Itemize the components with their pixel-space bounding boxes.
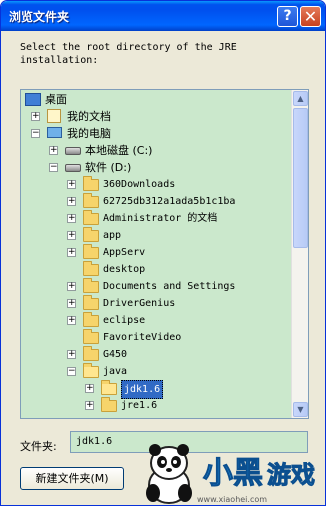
expand-icon[interactable]: + — [67, 231, 76, 240]
watermark-url: www.xiaohei.com — [197, 495, 268, 504]
expand-icon[interactable]: + — [67, 248, 76, 257]
scroll-up-arrow-icon[interactable]: ▲ — [293, 91, 308, 106]
folder-icon — [83, 295, 99, 310]
expand-icon[interactable]: + — [67, 197, 76, 206]
drive-icon — [65, 147, 81, 155]
vertical-scrollbar[interactable]: ▲ ▼ — [291, 90, 308, 418]
tree-item-label: jre1.6 — [121, 400, 158, 411]
close-button[interactable]: ✕ — [300, 6, 321, 27]
documents-icon — [47, 109, 61, 123]
collapse-icon[interactable]: − — [31, 129, 40, 138]
help-button[interactable]: ? — [277, 6, 298, 27]
tree-item-label: DriverGenius — [103, 298, 176, 309]
expand-icon[interactable]: + — [67, 282, 76, 291]
tree-item-label: 360Downloads — [103, 179, 176, 190]
scroll-thumb[interactable] — [293, 108, 308, 248]
desktop-icon — [25, 93, 41, 106]
expand-icon[interactable]: + — [31, 112, 40, 121]
expand-icon[interactable]: + — [67, 180, 76, 189]
computer-icon — [47, 127, 62, 138]
tree-item-label: 62725db312a1ada5b1c1ba — [103, 196, 236, 207]
new-folder-button[interactable]: 新建文件夹(M) — [20, 467, 124, 490]
collapse-icon[interactable]: − — [67, 367, 76, 376]
tree-item-label: FavoriteVideo — [103, 332, 182, 343]
folder-icon — [83, 176, 99, 191]
tree-item-label: 桌面 — [45, 93, 67, 106]
folder-icon — [83, 278, 99, 293]
expand-icon[interactable]: + — [85, 384, 94, 393]
instruction-text: Select the root directory of the JRE ins… — [20, 42, 237, 66]
folder-icon — [83, 346, 99, 361]
expand-icon[interactable]: + — [67, 316, 76, 325]
expand-icon[interactable]: + — [49, 146, 58, 155]
tree-item-label: 软件 (D:) — [85, 161, 132, 174]
expand-icon[interactable]: + — [67, 350, 76, 359]
tree-item-label: 本地磁盘 (C:) — [85, 144, 153, 157]
tree-item-label: 我的文档 — [67, 110, 111, 123]
expand-icon[interactable]: + — [85, 401, 94, 410]
folder-open-icon — [101, 380, 117, 395]
folder-open-icon — [83, 363, 99, 378]
folder-icon — [83, 312, 99, 327]
panda-mascot-icon — [146, 444, 192, 504]
folder-icon — [83, 244, 99, 259]
tree-item-label: eclipse — [103, 315, 146, 326]
tree-item-label: G450 — [103, 349, 128, 360]
folder-icon — [83, 227, 99, 242]
folder-icon — [83, 193, 99, 208]
expand-icon[interactable]: + — [67, 299, 76, 308]
expand-icon[interactable]: + — [67, 214, 76, 223]
tree-item-label: app — [103, 230, 122, 241]
svg-text:游戏: 游戏 — [267, 461, 315, 489]
tree-item-label: desktop — [103, 264, 146, 275]
collapse-icon[interactable]: − — [49, 163, 58, 172]
tree-item-label: AppServ — [103, 247, 146, 258]
tree-item-label: java — [103, 366, 128, 377]
folder-icon — [83, 261, 99, 276]
svg-text:小黑: 小黑 — [203, 456, 263, 491]
xiaohei-logo-icon: 小黑 游戏 — [203, 456, 316, 492]
folder-icon — [101, 397, 117, 412]
folder-icon — [83, 329, 99, 344]
tree-item-label: Documents and Settings — [103, 281, 236, 292]
window-title: 浏览文件夹 — [9, 10, 70, 24]
scroll-down-arrow-icon[interactable]: ▼ — [293, 402, 308, 417]
tree-item-label: Administrator 的文档 — [103, 213, 218, 224]
browse-folder-dialog: 浏览文件夹 ? ✕ Select the root directory of t… — [0, 0, 326, 506]
folder-field-label: 文件夹: — [20, 440, 57, 453]
folder-icon — [83, 210, 99, 225]
folder-tree[interactable]: 桌面 + 我的文档 − 我的电脑 + 本地磁盘 (C:) − 软件 (D:) +… — [20, 89, 309, 419]
drive-icon — [65, 164, 81, 172]
title-bar[interactable]: 浏览文件夹 ? ✕ — [1, 1, 325, 31]
tree-content: 桌面 + 我的文档 − 我的电脑 + 本地磁盘 (C:) − 软件 (D:) +… — [21, 90, 291, 418]
tree-item-label: 我的电脑 — [67, 127, 111, 140]
